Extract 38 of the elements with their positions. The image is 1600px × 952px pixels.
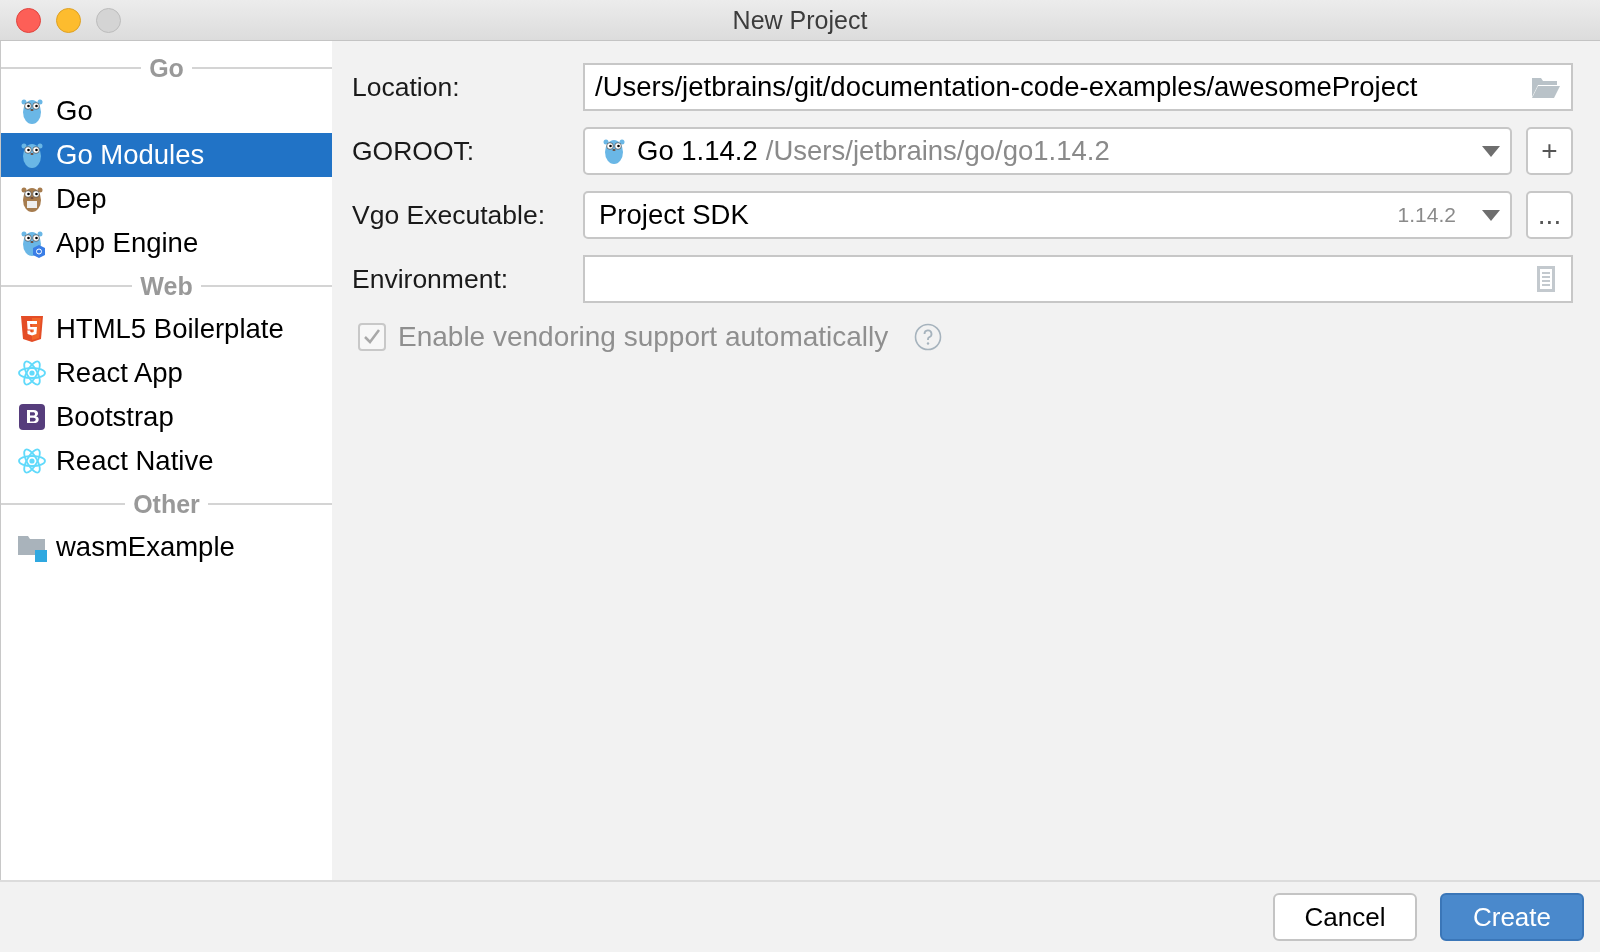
project-type-item[interactable]: Dep: [1, 177, 332, 221]
sdk-dropdown[interactable]: Go 1.14.2 /Users/jetbrains/go/go1.14.2: [583, 127, 1512, 175]
caret-icon: [1482, 209, 1500, 221]
group-header: Other: [133, 489, 200, 519]
dropdown-value: Project SDK: [599, 199, 749, 231]
caret-icon: [1482, 145, 1500, 157]
project-type-item[interactable]: wasmExample: [1, 525, 332, 569]
sdk-path: /Users/jetbrains/go/go1.14.2: [765, 135, 1110, 167]
sdk-name: Go 1.14.2: [637, 135, 758, 167]
project-type-item[interactable]: Go: [1, 89, 332, 133]
version-text: 1.14.2: [1397, 203, 1456, 227]
browse-button[interactable]: ...: [1526, 191, 1573, 239]
project-type-item[interactable]: HTML5 Boilerplate: [1, 307, 332, 351]
project-type-item[interactable]: Bootstrap: [1, 395, 332, 439]
location-field[interactable]: /Users/jetbrains/git/documentation-code-examples/awesomeProject: [583, 63, 1573, 111]
field-label: Location:: [352, 71, 461, 103]
project-type-item[interactable]: React App: [1, 351, 332, 395]
zoom-button[interactable]: [96, 7, 121, 33]
create-button[interactable]: Create: [1440, 893, 1584, 941]
window-title: New Project: [732, 5, 868, 34]
field-label: Vgo Executable:: [352, 199, 546, 231]
group-header: Go: [149, 53, 184, 83]
project-type-item[interactable]: App Engine: [1, 221, 332, 265]
close-button[interactable]: [16, 7, 41, 33]
field-label: GOROOT:: [352, 135, 476, 167]
project-type-item[interactable]: React Native: [1, 439, 332, 483]
group-header: Web: [140, 271, 193, 301]
field-label: Environment:: [352, 263, 510, 295]
help-icon: [914, 323, 943, 351]
field-value: /Users/jetbrains/git/documentation-code-examples/awesomeProject: [595, 71, 1418, 103]
minimize-button[interactable]: [56, 7, 81, 33]
bootstrap-b-icon: [17, 401, 47, 433]
project-type-item[interactable]: Go Modules: [1, 133, 332, 177]
environment-field[interactable]: [583, 255, 1573, 303]
checkbox-label: Enable vendoring support automatically: [398, 321, 889, 353]
cancel-button[interactable]: Cancel: [1273, 893, 1417, 941]
executable-dropdown[interactable]: Project SDK 1.14.2: [583, 191, 1512, 239]
add-button[interactable]: +: [1526, 127, 1573, 175]
